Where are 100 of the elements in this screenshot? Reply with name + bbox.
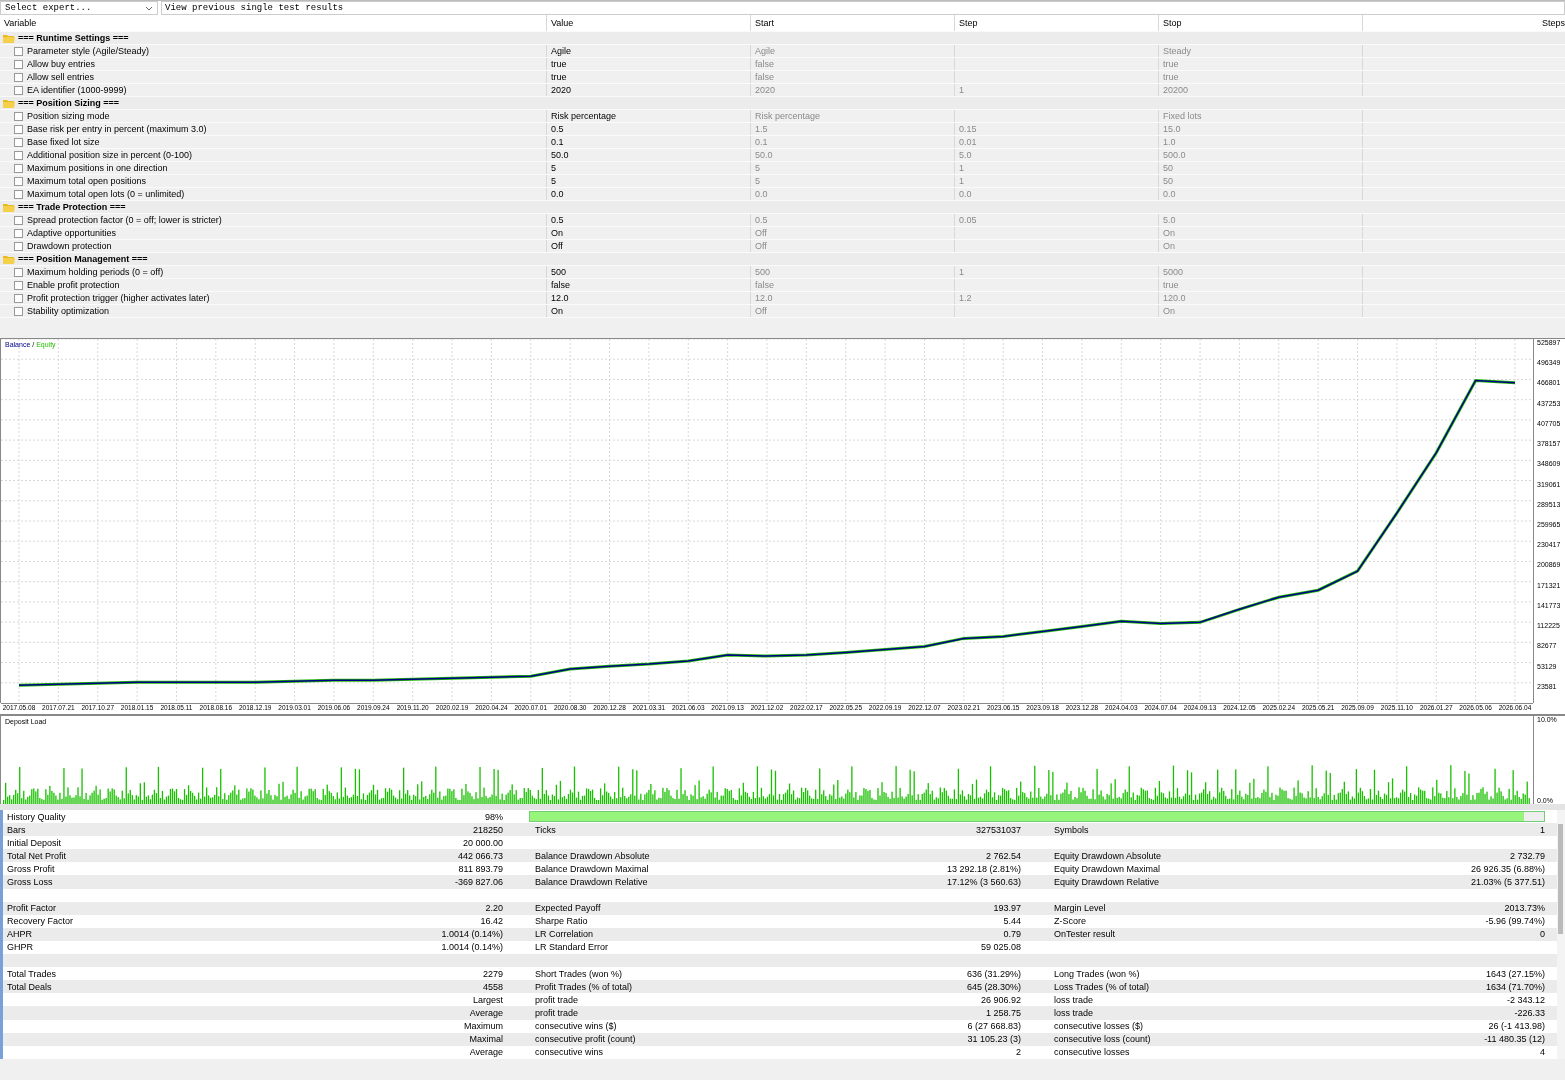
stop-value: true [1163, 280, 1179, 290]
parameter-value: 500 [551, 267, 567, 277]
start-value: Off [755, 306, 767, 316]
report-value: 4 [1540, 1047, 1545, 1058]
report-label: consecutive wins [535, 1047, 604, 1058]
parameter-name: Base fixed lot size [27, 137, 100, 147]
report-value: -369 827.06 [454, 877, 503, 887]
step-value: 0.0 [959, 189, 972, 199]
stop-value: Steady [1163, 46, 1192, 56]
start-value: 5 [755, 176, 760, 186]
report-label: Bars [7, 824, 26, 835]
report-label: Balance Drawdown Relative [535, 877, 648, 887]
report-label: profit trade [535, 994, 579, 1005]
report-label: Short Trades (won %) [535, 968, 623, 979]
report-label: consecutive losses ($) [1054, 1021, 1144, 1032]
parameter-value: 0.5 [551, 215, 564, 225]
start-value: false [755, 280, 774, 290]
parameter-name: Maximum total open lots (0 = unlimited) [27, 189, 185, 199]
parameter-name: Additional position size in percent (0-100) [27, 150, 193, 160]
report-label: Average [469, 1047, 503, 1058]
report-value: 20 000.00 [462, 837, 503, 848]
report-label: Z-Score [1054, 916, 1086, 927]
report-value: 2013.73% [1504, 903, 1545, 914]
parameter-value: 0.5 [551, 124, 564, 134]
report-label: Equity Drawdown Relative [1054, 877, 1160, 887]
parameter-name: Drawdown protection [27, 241, 112, 251]
report-value: 4558 [482, 981, 503, 992]
report-label: Equity Drawdown Maximal [1054, 863, 1161, 874]
parameter-name: Adaptive opportunities [27, 228, 117, 238]
report-label: GHPR [7, 942, 33, 953]
report-value: 2 [1016, 1047, 1021, 1058]
report-value: 26 926.35 (6.88%) [1470, 863, 1545, 874]
start-value: 0.1 [755, 137, 768, 147]
report-label: Initial Deposit [7, 837, 62, 848]
report-value: 26 906.92 [980, 994, 1021, 1005]
report-label: Expected Payoff [535, 903, 601, 914]
stop-value: 50 [1163, 176, 1173, 186]
start-value: 1.5 [755, 124, 768, 134]
report-value: 442 066.73 [457, 850, 503, 861]
report-value: 31 105.23 (3) [967, 1034, 1021, 1045]
step-value: 5.0 [959, 150, 972, 160]
parameter-name: Stability optimization [27, 306, 110, 316]
step-value: 1 [959, 176, 964, 186]
report-label: Profit Factor [7, 903, 56, 914]
start-value: Risk percentage [755, 111, 821, 121]
report-value: 59 025.08 [980, 942, 1021, 953]
parameter-value: Risk percentage [551, 111, 617, 121]
report-value: 1643 (27.15%) [1485, 968, 1545, 979]
report-label: Maximal [469, 1034, 503, 1045]
report-value: 6 (27 668.83) [967, 1021, 1021, 1032]
start-value: 50.0 [755, 150, 773, 160]
parameter-value: 5 [551, 176, 556, 186]
parameter-name: Maximum total open positions [27, 176, 147, 186]
report-label: Ticks [535, 824, 556, 835]
parameter-name: Base risk per entry in percent (maximum 3.0) [27, 124, 207, 134]
report-label: Total Trades [7, 968, 57, 979]
group-title: === Position Sizing === [18, 98, 120, 108]
report-value: 645 (28.30%) [966, 981, 1021, 992]
stop-value: 120.0 [1163, 293, 1186, 303]
stop-value: 50 [1163, 163, 1173, 173]
start-value: 5 [755, 163, 760, 173]
stop-value: 1.0 [1163, 137, 1176, 147]
start-value: 500 [755, 267, 771, 277]
step-value: 1 [959, 267, 964, 277]
report-label: LR Correlation [535, 929, 594, 940]
report-value: 218250 [472, 824, 503, 835]
report-label: Loss Trades (% of total) [1054, 981, 1150, 992]
parameter-name: Maximum positions in one direction [27, 163, 168, 173]
parameter-name: Spread protection factor (0 = off; lower is stricter) [27, 215, 222, 225]
report-value: 2 762.54 [985, 850, 1021, 861]
report-label: Long Trades (won %) [1054, 968, 1140, 979]
report-label: consecutive wins ($) [535, 1021, 617, 1032]
report-label: loss trade [1054, 994, 1094, 1005]
step-value: 1.2 [959, 293, 972, 303]
parameter-value: On [551, 306, 563, 316]
parameter-value: On [551, 228, 563, 238]
report-value: 2.20 [485, 903, 503, 914]
parameter-name: Parameter style (Agile/Steady) [27, 46, 150, 56]
report-label: profit trade [535, 1007, 579, 1018]
report-value: 13 292.18 (2.81%) [946, 863, 1021, 874]
step-value: 0.05 [959, 215, 977, 225]
report-value: 5.44 [1003, 916, 1021, 927]
report-value: 2 732.79 [1509, 850, 1545, 861]
report-label: loss trade [1054, 1007, 1094, 1018]
step-value: 0.15 [959, 124, 977, 134]
report-label: Symbols [1054, 824, 1089, 835]
report-value: 2279 [482, 968, 503, 979]
report-label: consecutive loss (count) [1054, 1034, 1151, 1045]
parameter-name: Allow buy entries [27, 59, 96, 69]
report-value: 327531037 [975, 824, 1021, 835]
stop-value: Fixed lots [1163, 111, 1202, 121]
parameter-value: Off [551, 241, 563, 251]
stop-value: On [1163, 306, 1175, 316]
report-value: 1634 (71.70%) [1485, 981, 1545, 992]
stop-value: 15.0 [1163, 124, 1181, 134]
report-label: LR Standard Error [535, 942, 609, 953]
report-label: AHPR [7, 929, 32, 940]
report-label: Total Deals [7, 981, 52, 992]
stop-value: 20200 [1163, 85, 1189, 95]
report-label: Maximum [464, 1021, 503, 1032]
